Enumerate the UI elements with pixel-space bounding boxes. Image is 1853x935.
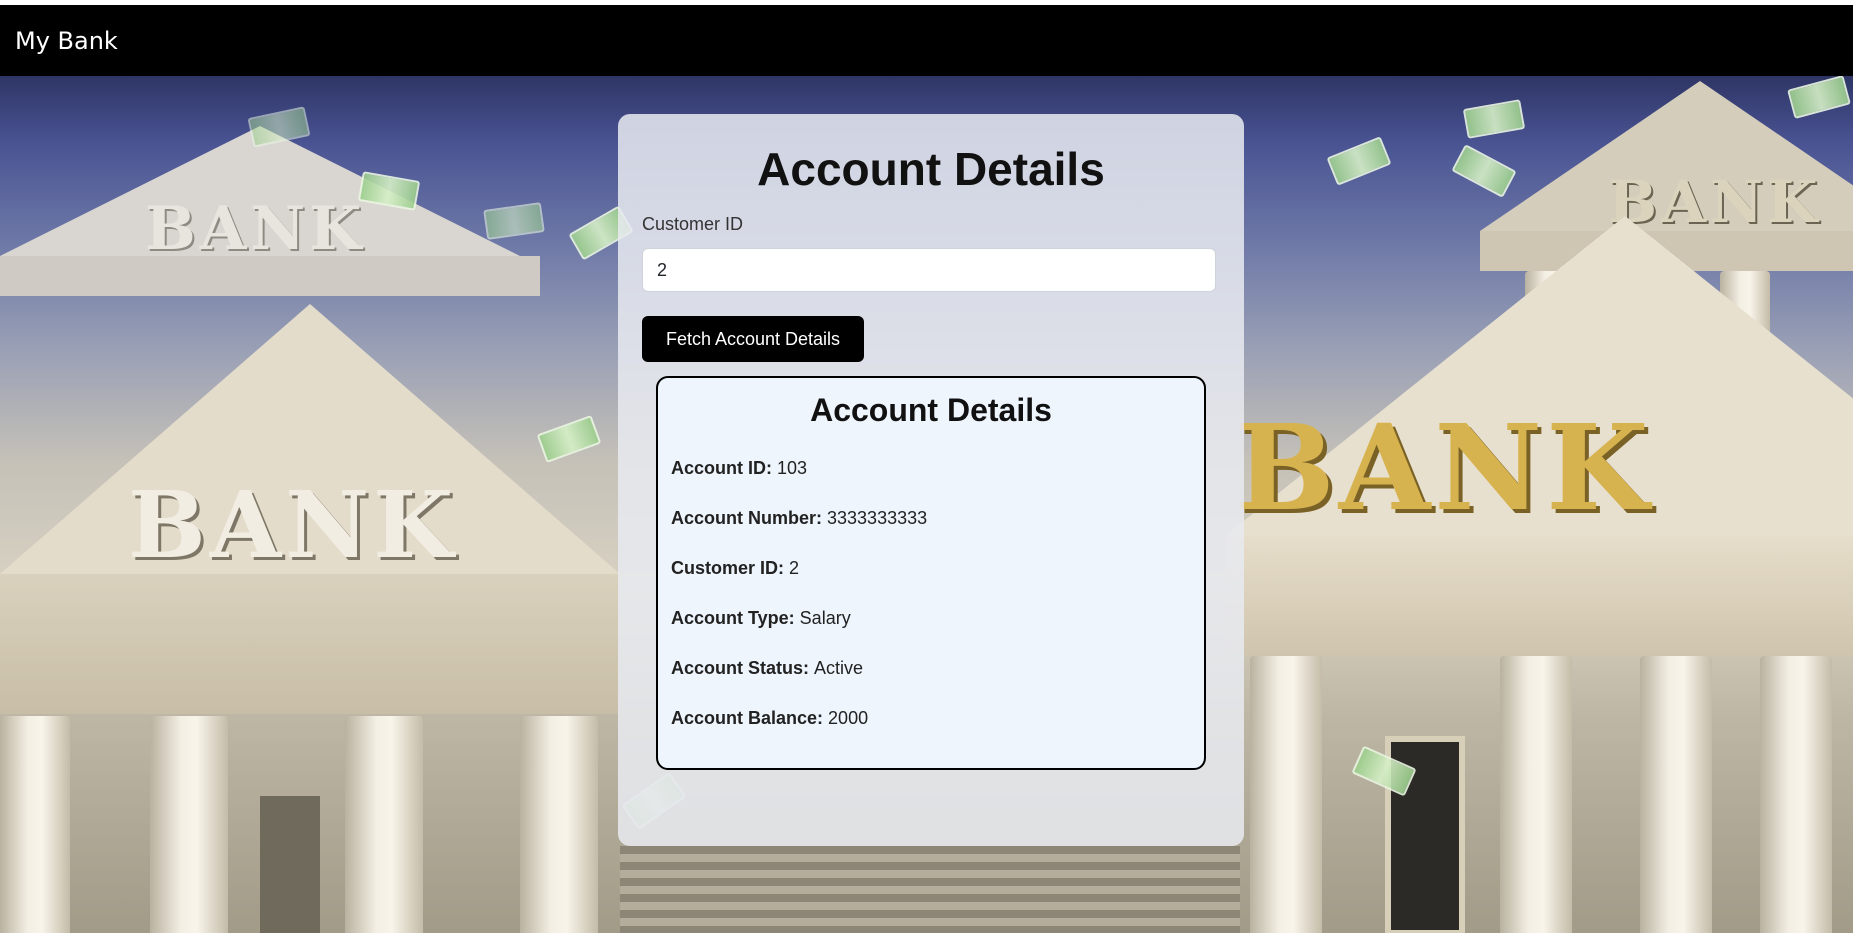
money-bill	[483, 202, 545, 240]
right-column-3	[1640, 656, 1712, 933]
right-column-4	[1760, 656, 1832, 933]
navbar: My Bank	[0, 5, 1853, 76]
account-status-value: Active	[814, 658, 864, 678]
bank-sign-right-front: BANK	[1235, 398, 1653, 537]
bank-sign-left-back: BANK	[145, 194, 366, 264]
account-lookup-card: Account Details Customer ID Fetch Accoun…	[618, 114, 1244, 846]
app-window: My Bank BANK BANK BANK BANK Account Deta…	[0, 0, 1853, 935]
right-front-entablature	[1225, 536, 1853, 656]
left-column-1	[0, 716, 70, 933]
account-number-label: Account Number:	[671, 508, 828, 528]
account-id-value: 103	[777, 458, 808, 478]
account-status-label: Account Status:	[671, 658, 815, 678]
account-number-value: 3333333333	[827, 508, 928, 528]
account-id-label: Account ID:	[671, 458, 777, 478]
account-balance-label: Account Balance:	[671, 708, 829, 728]
left-doorway	[260, 796, 320, 933]
bank-sign-left-front: BANK	[128, 471, 458, 579]
page-title: Account Details	[757, 143, 1105, 195]
money-bill	[1326, 136, 1392, 186]
right-column-1	[1250, 656, 1322, 933]
account-balance-row: Account Balance: 2000	[671, 708, 868, 729]
account-details-heading: Account Details	[810, 392, 1052, 428]
account-type-value: Salary	[799, 608, 851, 628]
account-id-row: Account ID: 103	[671, 458, 807, 479]
account-balance-value: 2000	[828, 708, 869, 728]
left-column-2	[150, 716, 228, 933]
right-column-2	[1500, 656, 1572, 933]
account-type-label: Account Type:	[671, 608, 800, 628]
account-number-row: Account Number: 3333333333	[671, 508, 927, 529]
customer-id-row: Customer ID: 2	[671, 558, 799, 579]
left-front-entablature	[0, 574, 620, 714]
account-details-panel: Account Details Account ID: 103 Account …	[656, 376, 1206, 770]
customer-id-input[interactable]	[642, 248, 1216, 292]
customer-id-detail-value: 2	[789, 558, 800, 578]
left-column-3	[345, 716, 423, 933]
customer-id-detail-label: Customer ID:	[671, 558, 790, 578]
account-status-row: Account Status: Active	[671, 658, 863, 679]
account-type-row: Account Type: Salary	[671, 608, 851, 629]
center-steps	[620, 846, 1240, 933]
customer-id-label: Customer ID	[642, 214, 744, 234]
brand-link[interactable]: My Bank	[15, 27, 118, 55]
left-column-4	[520, 716, 598, 933]
fetch-account-details-button[interactable]: Fetch Account Details	[642, 316, 864, 362]
